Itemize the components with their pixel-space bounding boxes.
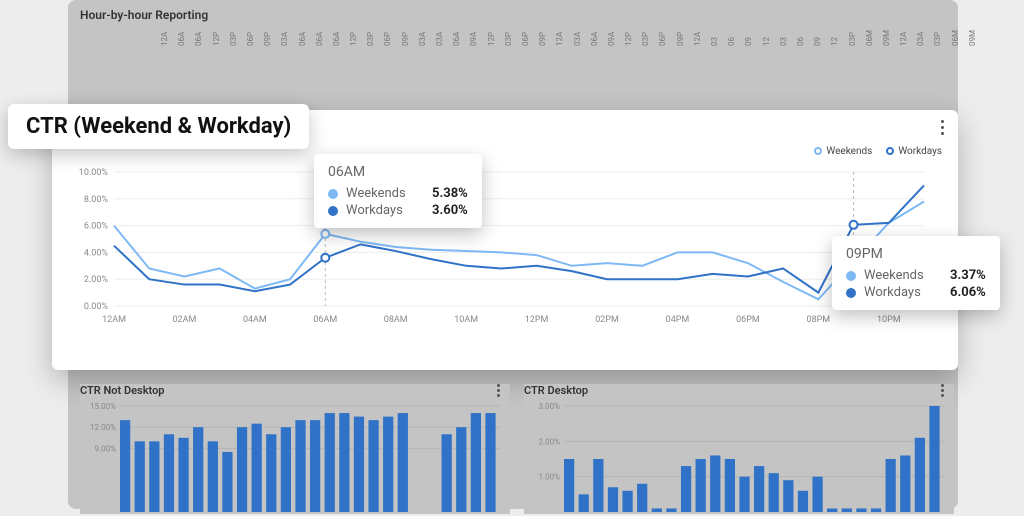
main-chart-title: CTR (Weekend & Workday) [8,104,309,149]
svg-text:06AM: 06AM [313,315,337,325]
svg-text:10.00%: 10.00% [79,168,109,178]
svg-text:12PM: 12PM [525,315,549,325]
svg-text:12.00%: 12.00% [90,423,116,432]
svg-text:02AM: 02AM [173,315,197,325]
tooltip-title: 06AM [328,164,468,180]
background-hour-axis: 12A06A06A12P03P06P09P03A06A06A06A12P03P0… [160,30,950,46]
svg-text:02PM: 02PM [595,315,619,325]
svg-text:9.00%: 9.00% [95,444,117,453]
legend: Weekends Workdays [814,146,942,157]
svg-text:4.00%: 4.00% [84,248,109,258]
svg-text:2.00%: 2.00% [84,275,109,285]
swatch-icon [328,189,338,199]
mini-chart-not-desktop: CTR Not Desktop 9.00% 12.00% 15.00% [80,384,510,514]
legend-item-weekends[interactable]: Weekends [814,146,872,157]
dashboard-title: Hour-by-hour Reporting [80,8,208,22]
mini-chart-title: CTR Not Desktop [80,384,164,397]
svg-text:8.00%: 8.00% [84,195,109,205]
more-menu-button[interactable] [497,384,500,397]
legend-dot-icon [814,147,822,155]
tooltip-title: 09PM [846,246,986,262]
tooltip-09pm: 09PM Weekends3.37% Workdays6.06% [832,236,1000,310]
more-menu-button[interactable] [941,120,944,135]
svg-text:2.00%: 2.00% [539,437,561,446]
svg-text:6.00%: 6.00% [84,222,109,232]
svg-text:04AM: 04AM [243,315,267,325]
mini-chart-title: CTR Desktop [524,384,588,397]
legend-dot-icon [886,147,894,155]
svg-text:06PM: 06PM [736,315,760,325]
svg-text:12AM: 12AM [102,315,126,325]
tooltip-06am: 06AM Weekends5.38% Workdays3.60% [314,154,482,228]
more-menu-button[interactable] [941,384,944,397]
swatch-icon [846,271,856,281]
svg-text:10PM: 10PM [877,315,901,325]
bar-chart-svg: 1.00% 2.00% 3.00% [524,402,944,512]
line-chart[interactable]: 0.00%2.00%4.00%6.00%8.00%10.00%12AM02AM0… [114,168,934,328]
swatch-icon [328,206,338,216]
mini-chart-desktop: CTR Desktop 1.00% 2.00% 3.00% [524,384,954,514]
swatch-icon [846,288,856,298]
line-chart-svg: 0.00%2.00%4.00%6.00%8.00%10.00%12AM02AM0… [114,168,934,328]
svg-text:10AM: 10AM [454,315,478,325]
svg-text:0.00%: 0.00% [84,302,109,312]
svg-text:15.00%: 15.00% [90,402,116,411]
svg-text:08AM: 08AM [384,315,408,325]
svg-text:3.00%: 3.00% [539,402,561,411]
bar-chart-svg: 9.00% 12.00% 15.00% [80,402,500,512]
svg-text:1.00%: 1.00% [539,473,561,482]
legend-item-workdays[interactable]: Workdays [886,146,942,157]
svg-text:08PM: 08PM [807,315,831,325]
svg-text:04PM: 04PM [666,315,690,325]
